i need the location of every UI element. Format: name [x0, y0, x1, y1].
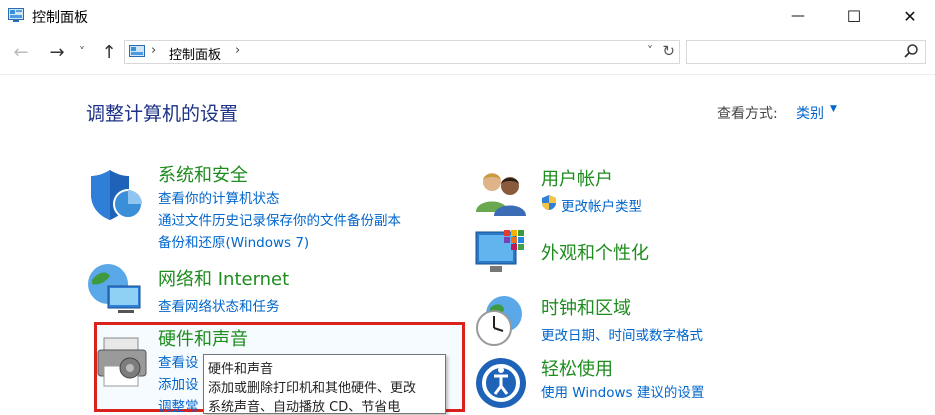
control-panel-icon: [129, 45, 145, 57]
clock-globe-icon[interactable]: [474, 294, 528, 348]
view-by-dropdown[interactable]: 类别: [796, 103, 824, 123]
page-heading: 调整计算机的设置: [86, 103, 239, 125]
control-panel-icon: [8, 8, 24, 22]
back-button[interactable]: ←: [9, 40, 33, 64]
forward-arrow-icon: →: [49, 41, 65, 63]
shield-icon[interactable]: [88, 166, 144, 222]
view-devices-link[interactable]: 查看设: [158, 351, 199, 371]
appearance-icon[interactable]: [474, 228, 530, 280]
up-button[interactable]: ↑: [97, 40, 121, 64]
view-network-status-link[interactable]: 查看网络状态和任务: [158, 295, 280, 315]
divider: [0, 74, 935, 75]
tooltip: 硬件和声音 添加或删除打印机和其他硬件、更改 系统声音、自动播放 CD、节省电: [203, 354, 446, 415]
printer-icon[interactable]: [96, 330, 152, 390]
ease-of-access-icon[interactable]: [474, 356, 528, 410]
navigation-bar: ← → ˅ ↑ › 控制面板 › ˅ ↻: [0, 32, 935, 72]
minimize-button[interactable]: —: [775, 0, 821, 32]
minimize-icon: —: [791, 8, 805, 24]
hardware-sound-title[interactable]: 硬件和声音: [158, 325, 248, 351]
tooltip-line: 系统声音、自动播放 CD、节省电: [208, 400, 401, 415]
close-icon: ✕: [903, 6, 917, 26]
search-input[interactable]: [686, 40, 926, 64]
address-bar[interactable]: › 控制面板 › ˅ ↻: [124, 40, 680, 64]
users-icon[interactable]: [474, 168, 530, 216]
tooltip-title: 硬件和声音: [208, 362, 274, 377]
tooltip-line: 添加或删除打印机和其他硬件、更改: [208, 381, 417, 396]
recommended-settings-link[interactable]: 使用 Windows 建议的设置: [541, 381, 704, 401]
up-arrow-icon: ↑: [101, 41, 117, 63]
clock-region-title[interactable]: 时钟和区域: [541, 294, 631, 320]
view-by-label: 查看方式:: [717, 106, 778, 122]
window-title: 控制面板: [32, 10, 88, 26]
network-internet-title[interactable]: 网络和 Internet: [158, 265, 289, 291]
backup-restore-link[interactable]: 备份和还原(Windows 7): [158, 231, 309, 251]
close-button[interactable]: ✕: [887, 0, 933, 32]
breadcrumb-separator-icon[interactable]: ›: [235, 43, 240, 58]
recent-locations-button[interactable]: ˅: [74, 40, 90, 64]
change-account-type-link[interactable]: 更改帐户类型: [561, 195, 642, 215]
system-security-title[interactable]: 系统和安全: [158, 161, 248, 187]
breadcrumb-separator-icon: ›: [151, 43, 157, 58]
breadcrumb-control-panel[interactable]: 控制面板: [169, 44, 221, 63]
adjust-settings-link[interactable]: 调整常: [158, 395, 199, 415]
file-history-backup-link[interactable]: 通过文件历史记录保存你的文件备份副本: [158, 209, 401, 229]
view-computer-status-link[interactable]: 查看你的计算机状态: [158, 187, 280, 207]
change-date-time-link[interactable]: 更改日期、时间或数字格式: [541, 324, 703, 344]
search-icon: [904, 44, 918, 58]
forward-button[interactable]: →: [45, 40, 69, 64]
appearance-personalization-title[interactable]: 外观和个性化: [541, 239, 649, 265]
back-arrow-icon: ←: [13, 41, 29, 63]
maximize-icon: ☐: [846, 6, 862, 26]
maximize-button[interactable]: ☐: [831, 0, 877, 32]
chevron-down-icon: ˅: [79, 45, 85, 59]
uac-shield-icon: [542, 195, 556, 210]
title-bar: 控制面板 — ☐ ✕: [0, 0, 935, 32]
address-dropdown-icon[interactable]: ˅: [647, 44, 653, 58]
user-accounts-title[interactable]: 用户帐户: [541, 165, 613, 191]
dropdown-arrow-icon[interactable]: ▼: [830, 104, 837, 114]
add-device-link[interactable]: 添加设: [158, 373, 199, 393]
refresh-icon[interactable]: ↻: [662, 42, 675, 60]
ease-of-access-title[interactable]: 轻松使用: [541, 355, 613, 381]
network-globe-icon[interactable]: [86, 262, 148, 318]
